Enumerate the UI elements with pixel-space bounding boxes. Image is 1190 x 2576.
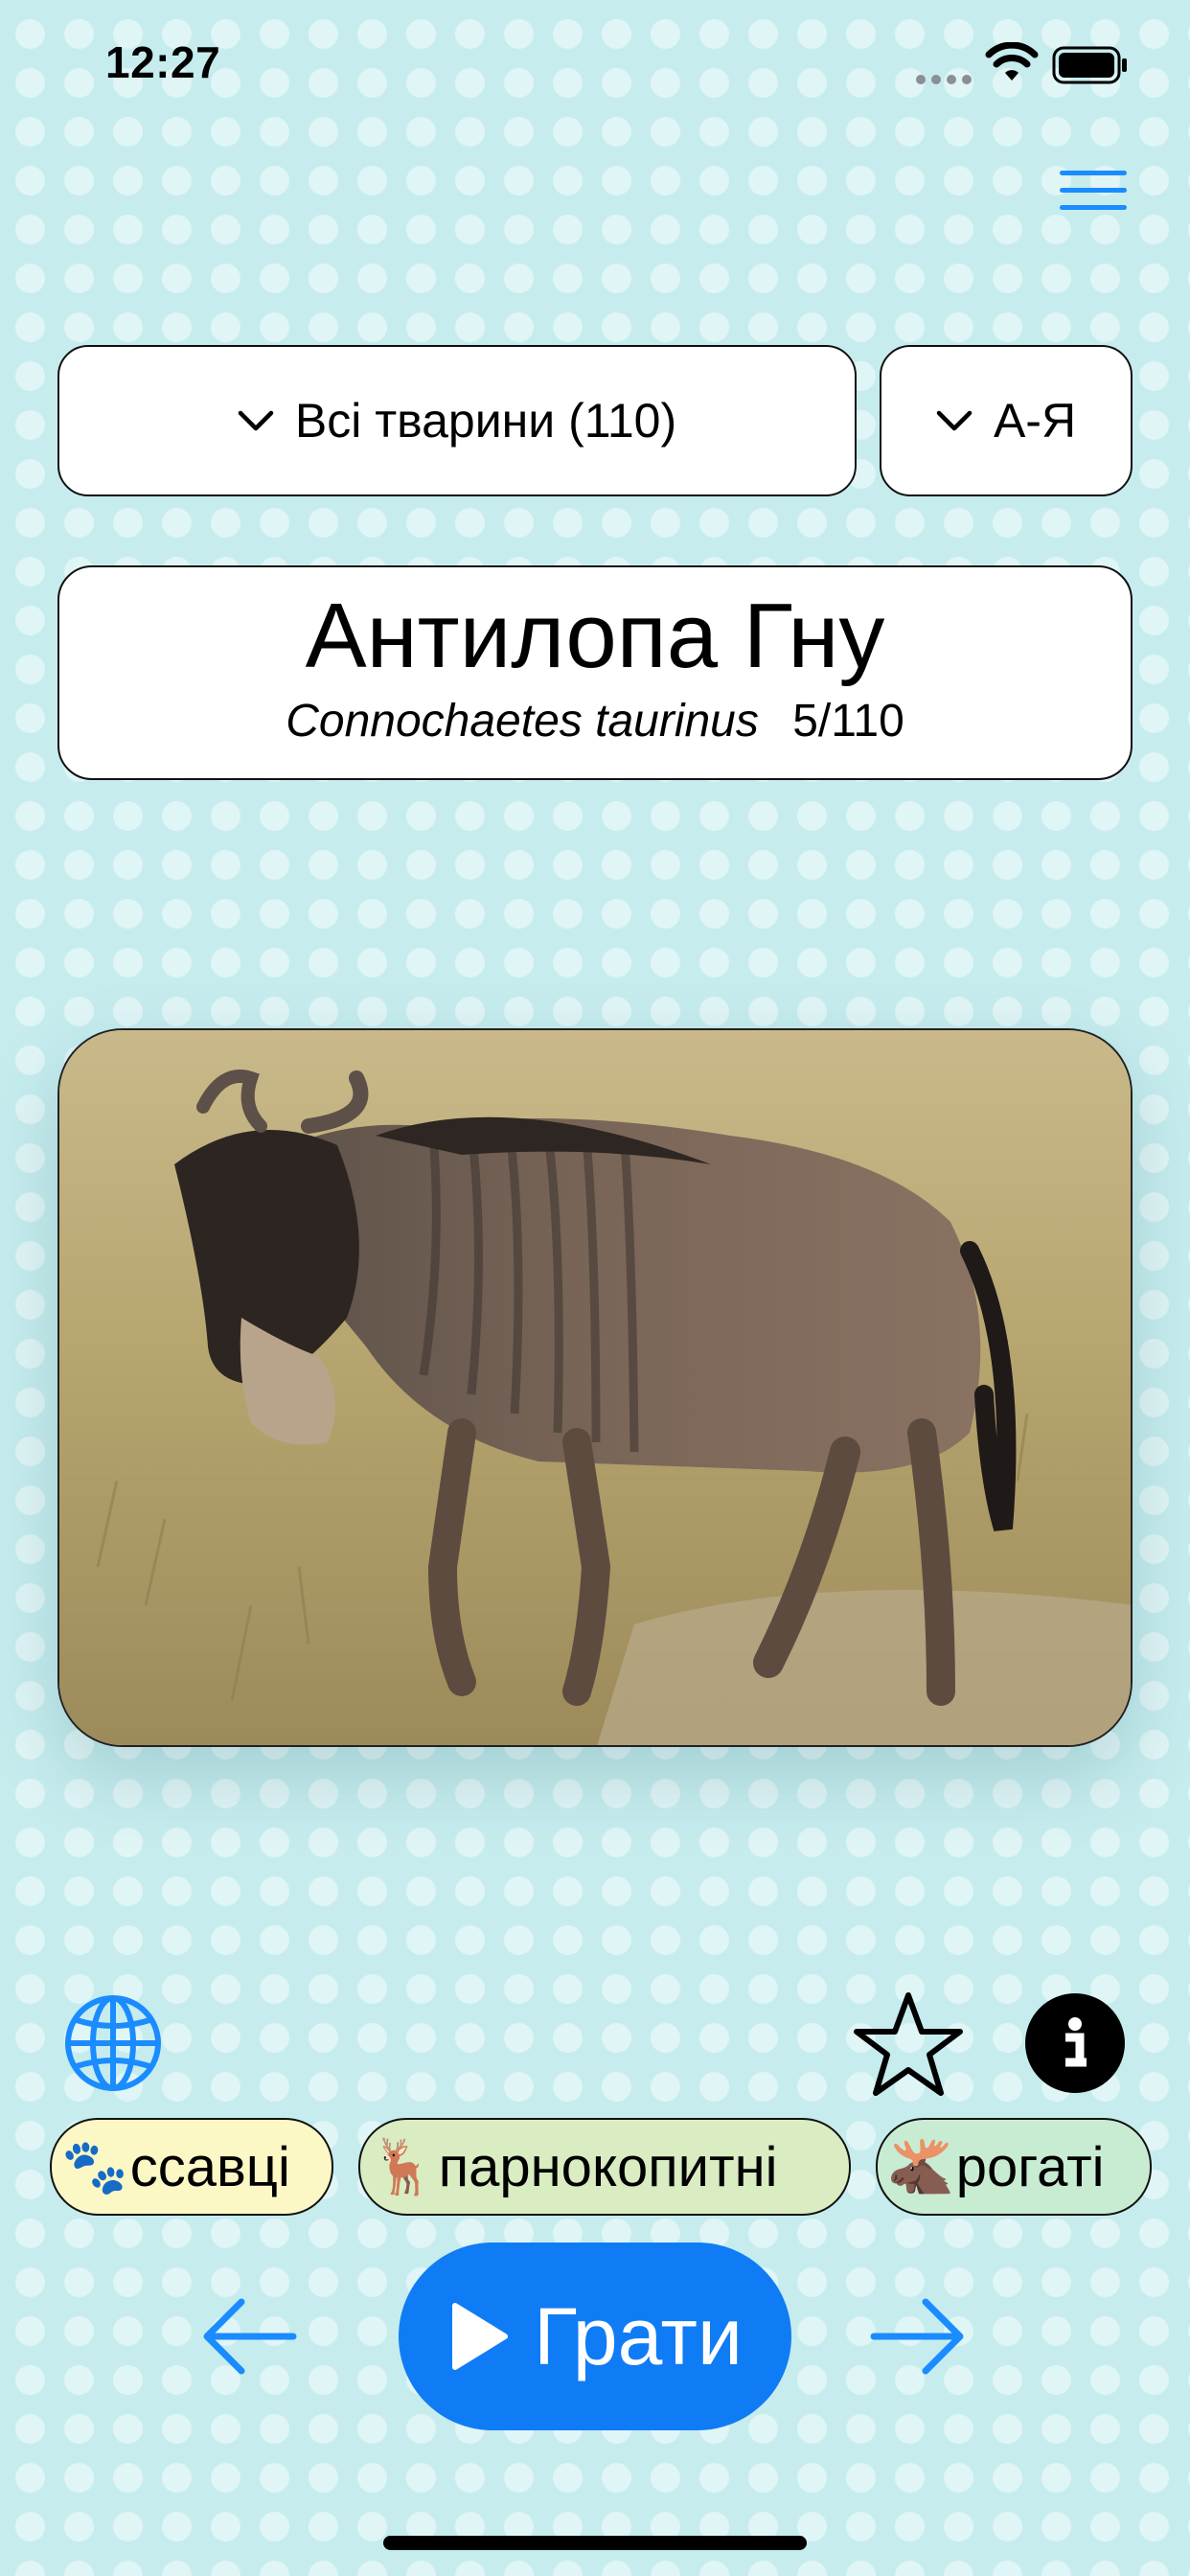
tag-label: рогаті <box>955 2135 1105 2198</box>
info-glyph-icon <box>1065 2017 1087 2067</box>
play-button-label: Грати <box>534 2290 743 2381</box>
info-icon[interactable] <box>1025 1993 1125 2093</box>
animal-group-dropdown[interactable]: Всі тварини (110) <box>57 345 857 496</box>
globe-icon[interactable] <box>63 1993 163 2093</box>
animal-photo[interactable] <box>57 1028 1133 1747</box>
animal-latin-name: Connochaetes taurinus <box>286 695 759 747</box>
next-animal-arrow-icon[interactable] <box>868 2296 968 2377</box>
play-triangle-icon <box>452 2303 509 2370</box>
status-time: 12:27 <box>105 37 221 87</box>
animal-title-card: Антилопа Гну Connochaetes taurinus 5/110 <box>57 565 1133 780</box>
play-button[interactable]: Грати <box>399 2242 791 2430</box>
deer-icon: 🦌 <box>370 2136 437 2196</box>
sort-order-dropdown[interactable]: А-Я <box>880 345 1133 496</box>
animal-position-counter: 5/110 <box>792 695 904 747</box>
tag-label: парнокопитні <box>438 2135 778 2198</box>
star-outline-icon[interactable] <box>853 1990 964 2101</box>
moose-icon: 🫎 <box>887 2136 954 2196</box>
sort-order-label: А-Я <box>993 394 1077 448</box>
cellular-signal-icon <box>916 75 972 84</box>
tag-horned[interactable]: 🫎 рогаті <box>876 2118 1152 2216</box>
chevron-down-icon <box>238 410 274 431</box>
tag-label: ссавці <box>129 2135 290 2198</box>
paw-prints-icon: 🐾 <box>61 2136 128 2196</box>
animal-group-label: Всі тварини (110) <box>294 394 677 448</box>
home-indicator[interactable] <box>383 2536 807 2550</box>
tag-artiodactyls[interactable]: 🦌 парнокопитні <box>358 2118 851 2216</box>
chevron-down-icon <box>936 410 973 431</box>
previous-animal-arrow-icon[interactable] <box>199 2296 299 2377</box>
battery-icon <box>1052 46 1127 84</box>
animal-name: Антилопа Гну <box>305 585 885 687</box>
wifi-icon <box>985 42 1039 80</box>
hamburger-menu-icon[interactable] <box>1060 171 1127 211</box>
animal-subtitle: Connochaetes taurinus 5/110 <box>59 695 1131 748</box>
tag-mammals[interactable]: 🐾 ссавці <box>50 2118 333 2216</box>
